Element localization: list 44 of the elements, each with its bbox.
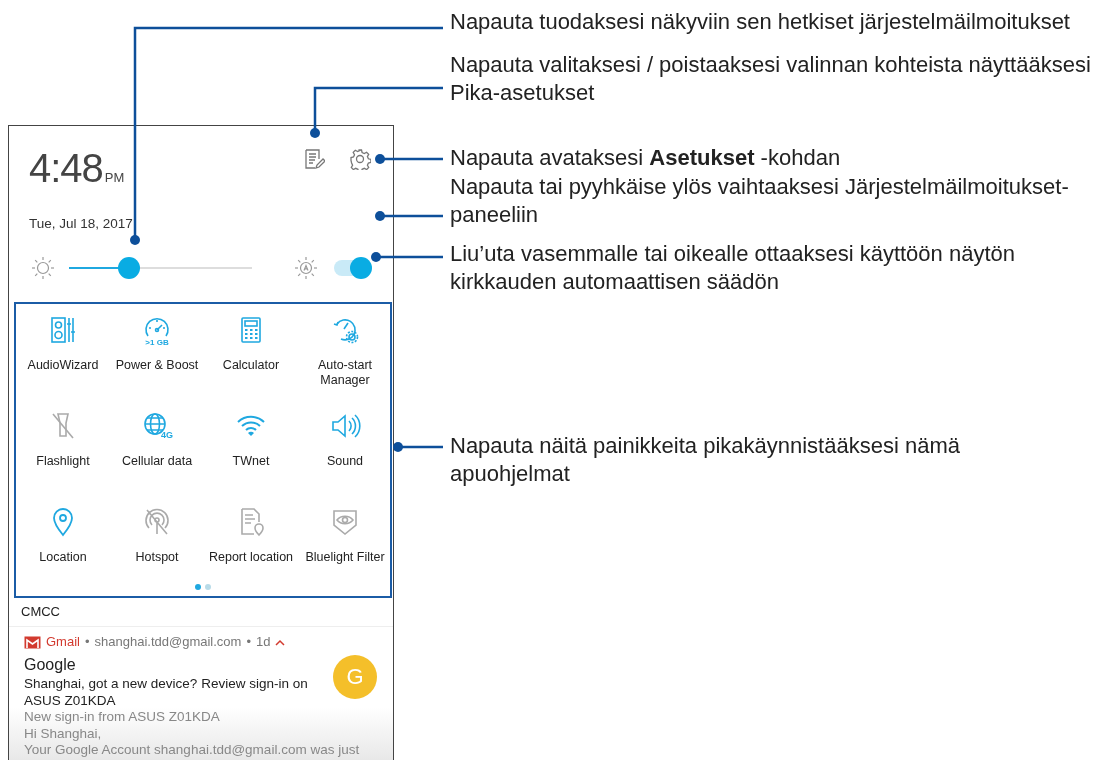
callout-text: Napauta valitaksesi / poistaaksesi valinnan kohteista näyttääksesi Pika-asetukset bbox=[450, 51, 1091, 107]
quick-setting-tile[interactable]: >1 GB Power & Boost bbox=[110, 308, 204, 404]
quick-setting-tile[interactable]: Hotspot bbox=[110, 500, 204, 596]
auto-brightness-toggle[interactable] bbox=[334, 260, 370, 276]
page-indicator-dot[interactable] bbox=[205, 584, 211, 590]
mail-icon bbox=[24, 635, 41, 649]
settings-icon bbox=[349, 148, 371, 170]
date-text: Tue, Jul 18, 2017 bbox=[28, 215, 134, 231]
quick-setting-tile[interactable]: 4G Cellular data bbox=[110, 404, 204, 500]
edit-list-icon bbox=[303, 148, 325, 170]
notification-time: 1d bbox=[255, 634, 271, 651]
notification-text: Your Google Account shanghai.tdd@gmail.com was just bbox=[24, 742, 361, 759]
leader-line bbox=[393, 442, 443, 452]
quick-setting-tile[interactable]: Report location bbox=[204, 500, 298, 596]
quick-setting-tile[interactable]: Sound bbox=[298, 404, 392, 500]
quick-setting-tile[interactable]: Location bbox=[16, 500, 110, 596]
notification-text: Hi Shanghai, bbox=[24, 725, 103, 742]
slider-thumb[interactable] bbox=[118, 257, 141, 279]
account-email: shanghai.tdd@gmail.com bbox=[94, 634, 242, 651]
separator-dot: • bbox=[246, 634, 251, 651]
quick-setting-tile[interactable]: Bluelight Filter bbox=[298, 500, 392, 596]
callout-text: Liu’uta vasemmalle tai oikealle ottaaksesi käyttöön näytön kirkkauden automaattisen säädön bbox=[450, 240, 1015, 296]
quick-setting-tile[interactable]: Flashlight bbox=[16, 404, 110, 500]
callout-text: Napauta näitä painikkeita pikakäynnistääksesi nämä apuohjelmat bbox=[450, 432, 960, 488]
notification-text: New sign-in from ASUS Z01KDA bbox=[24, 709, 221, 726]
auto-brightness-icon bbox=[294, 256, 318, 280]
settings-button[interactable] bbox=[349, 148, 371, 173]
callout-text: Napauta tuodaksesi näkyviin sen hetkiset järjestelmäilmoitukset bbox=[450, 8, 1070, 36]
quick-setting-tile[interactable]: Calculator bbox=[204, 308, 298, 404]
avatar-circle: G bbox=[333, 655, 377, 699]
quick-setting-tile[interactable]: AudioWizard bbox=[16, 308, 110, 404]
brightness-icon bbox=[31, 256, 55, 280]
separator-dot: • bbox=[84, 634, 90, 651]
clock-ampm: PM bbox=[104, 170, 125, 185]
quick-setting-tile[interactable]: Auto-start Manager bbox=[298, 308, 392, 404]
callout-text: Napauta avataksesi Asetukset -kohdan bbox=[450, 144, 841, 172]
app-name: Gmail bbox=[46, 634, 80, 651]
callout-text: Napauta tai pyyhkäise ylös vaihtaaksesi Järjestelmäilmoitukset- paneeliin bbox=[450, 173, 1069, 229]
notification-text: Shanghai, got a new device? Review sign-in on ASUS Z01KDA bbox=[24, 676, 309, 709]
leader-line bbox=[371, 252, 443, 262]
quick-setting-tile[interactable]: TWnet bbox=[204, 404, 298, 500]
page-indicator-dot[interactable] bbox=[195, 584, 201, 590]
clock-time: 4:48 PM bbox=[29, 146, 125, 192]
notification-title: Google bbox=[24, 656, 77, 673]
